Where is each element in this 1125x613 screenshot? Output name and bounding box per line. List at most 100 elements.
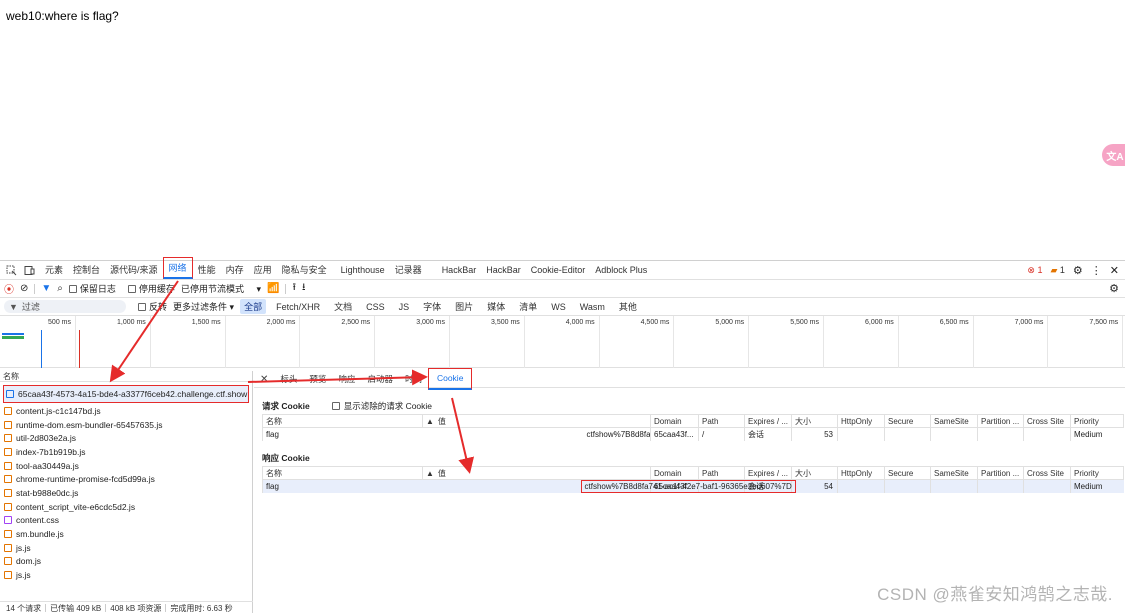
upload-icon[interactable]: ⭱	[292, 280, 296, 297]
filter-type-other[interactable]: 其他	[615, 299, 641, 314]
tab-timing[interactable]: 时间	[399, 373, 428, 385]
translate-float-button[interactable]: 文A	[1102, 144, 1125, 166]
request-row[interactable]: stat-b988e0dc.js	[0, 486, 252, 500]
col-path[interactable]: Path	[698, 466, 745, 480]
error-counter[interactable]: ⊗ 1	[1027, 265, 1042, 276]
filter-type-all[interactable]: 全部	[240, 299, 267, 314]
warning-counter[interactable]: ▰ 1	[1050, 265, 1064, 276]
col-crosssite[interactable]: Cross Site	[1023, 466, 1071, 480]
request-list: 65caa43f-4573-4a15-bde4-a3377f6ceb42.cha…	[0, 385, 252, 582]
tab-console[interactable]: 控制台	[68, 261, 105, 280]
more-options-icon[interactable]: ⋮	[1091, 264, 1102, 277]
show-filtered-cookies-checkbox[interactable]: 显示滤除的请求 Cookie	[331, 400, 432, 412]
search-icon[interactable]: ⌕	[57, 283, 63, 294]
request-row[interactable]: sm.bundle.js	[0, 527, 252, 541]
request-row[interactable]: js.js	[0, 568, 252, 582]
timeline-gridline	[299, 316, 301, 368]
record-icon[interactable]: ⦿	[4, 281, 14, 296]
more-filters-dropdown[interactable]: 更多过滤条件 ▾	[173, 300, 234, 313]
col-name[interactable]: 名称	[262, 466, 423, 480]
request-row[interactable]: index-7b1b919b.js	[0, 445, 252, 459]
throttle-select[interactable]: 已停用节流模式 ▾	[181, 282, 261, 295]
request-row[interactable]: content.css	[0, 514, 252, 528]
network-timeline-overview[interactable]: 500 ms 1,000 ms 1,500 ms 2,000 ms 2,500 ms 3,…	[0, 316, 1125, 368]
request-row-selected[interactable]: 65caa43f-4573-4a15-bde4-a3377f6ceb42.cha…	[3, 385, 249, 403]
table-row[interactable]: flag ctfshow%7B8d8fa741-ac1f-42e7-baf1-9…	[262, 427, 1124, 441]
network-settings-gear-icon[interactable]: ⚙	[1109, 282, 1119, 295]
filter-type-manifest[interactable]: 清单	[515, 299, 541, 314]
col-expires[interactable]: Expires / ...	[744, 414, 792, 428]
tab-memory[interactable]: 内存	[221, 261, 249, 280]
filter-funnel-icon[interactable]: ▼	[41, 283, 51, 294]
filter-type-js[interactable]: JS	[395, 301, 414, 313]
request-row[interactable]: runtime-dom.esm-bundler-65457635.js	[0, 418, 252, 432]
col-domain[interactable]: Domain	[650, 414, 699, 428]
col-size[interactable]: 大小	[791, 466, 838, 480]
tab-recorder[interactable]: 记录器	[390, 261, 427, 280]
tab-lighthouse[interactable]: Lighthouse	[336, 261, 390, 280]
col-crosssite[interactable]: Cross Site	[1023, 414, 1071, 428]
wifi-icon[interactable]: 📶	[267, 283, 279, 294]
tab-headers[interactable]: 标头	[274, 373, 303, 385]
col-samesite[interactable]: SameSite	[930, 466, 978, 480]
col-httponly[interactable]: HttpOnly	[837, 466, 885, 480]
col-secure[interactable]: Secure	[884, 466, 931, 480]
col-expires[interactable]: Expires / ...	[744, 466, 792, 480]
col-priority[interactable]: Priority	[1070, 414, 1124, 428]
tab-performance[interactable]: 性能	[193, 261, 221, 280]
filter-type-wasm[interactable]: Wasm	[576, 301, 609, 313]
col-httponly[interactable]: HttpOnly	[837, 414, 885, 428]
table-row-selected[interactable]: flag ctfshow%7B8d8fa741-ac1f-42e7-baf1-9…	[262, 479, 1124, 493]
filter-type-img[interactable]: 图片	[451, 299, 477, 314]
col-value-label: 值	[437, 416, 446, 426]
col-value[interactable]: ▲ 值	[422, 414, 651, 428]
request-row[interactable]: js.js	[0, 541, 252, 555]
download-icon[interactable]: ⭳	[302, 280, 306, 297]
col-partition[interactable]: Partition ...	[977, 414, 1024, 428]
filter-input[interactable]: ▼ 过滤	[4, 300, 126, 313]
tab-sources[interactable]: 源代码/来源	[105, 261, 163, 280]
col-domain[interactable]: Domain	[650, 466, 699, 480]
tab-adblock-plus[interactable]: Adblock Plus	[590, 261, 652, 280]
disable-cache-checkbox[interactable]: 停用缓存	[127, 282, 175, 295]
col-name[interactable]: 名称	[262, 414, 423, 428]
close-detail-icon[interactable]: ✕	[260, 374, 268, 385]
filter-type-font[interactable]: 字体	[419, 299, 445, 314]
request-row[interactable]: dom.js	[0, 555, 252, 569]
filter-type-doc[interactable]: 文档	[330, 299, 356, 314]
tab-application[interactable]: 应用	[249, 261, 277, 280]
filter-type-fetch-xhr[interactable]: Fetch/XHR	[272, 301, 324, 313]
tab-elements[interactable]: 元素	[40, 261, 68, 280]
col-path[interactable]: Path	[698, 414, 745, 428]
col-samesite[interactable]: SameSite	[930, 414, 978, 428]
clear-icon[interactable]: ⊘	[20, 283, 28, 294]
col-secure[interactable]: Secure	[884, 414, 931, 428]
request-row[interactable]: content_script_vite-e6cdc5d2.js	[0, 500, 252, 514]
col-value[interactable]: ▲ 值	[422, 466, 651, 480]
col-priority[interactable]: Priority	[1070, 466, 1124, 480]
tab-preview[interactable]: 预览	[303, 373, 332, 385]
close-devtools-icon[interactable]: ✕	[1110, 264, 1119, 277]
tab-hackbar-1[interactable]: HackBar	[437, 261, 482, 280]
invert-checkbox[interactable]: 反转	[138, 300, 167, 313]
request-row[interactable]: content.js-c1c147bd.js	[0, 404, 252, 418]
tab-cookie-editor[interactable]: Cookie-Editor	[526, 261, 591, 280]
tab-response[interactable]: 响应	[332, 373, 361, 385]
tab-cookies[interactable]: Cookie	[427, 368, 473, 390]
filter-type-ws[interactable]: WS	[547, 301, 570, 313]
col-partition[interactable]: Partition ...	[977, 466, 1024, 480]
filter-type-media[interactable]: 媒体	[483, 299, 509, 314]
tab-privacy-security[interactable]: 隐私与安全	[277, 261, 332, 280]
filter-type-css[interactable]: CSS	[362, 301, 389, 313]
settings-gear-icon[interactable]: ⚙	[1073, 264, 1083, 277]
col-size[interactable]: 大小	[791, 414, 838, 428]
inspect-element-icon[interactable]	[4, 263, 18, 277]
device-toolbar-icon[interactable]	[22, 263, 36, 277]
request-row[interactable]: util-2d803e2a.js	[0, 431, 252, 445]
tab-hackbar-2[interactable]: HackBar	[481, 261, 526, 280]
tab-network[interactable]: 网络	[162, 257, 193, 279]
preserve-log-checkbox[interactable]: 保留日志	[68, 282, 116, 295]
tab-initiator[interactable]: 启动器	[361, 373, 399, 385]
request-row[interactable]: tool-aa30449a.js	[0, 459, 252, 473]
request-row[interactable]: chrome-runtime-promise-fcd5d99a.js	[0, 472, 252, 486]
